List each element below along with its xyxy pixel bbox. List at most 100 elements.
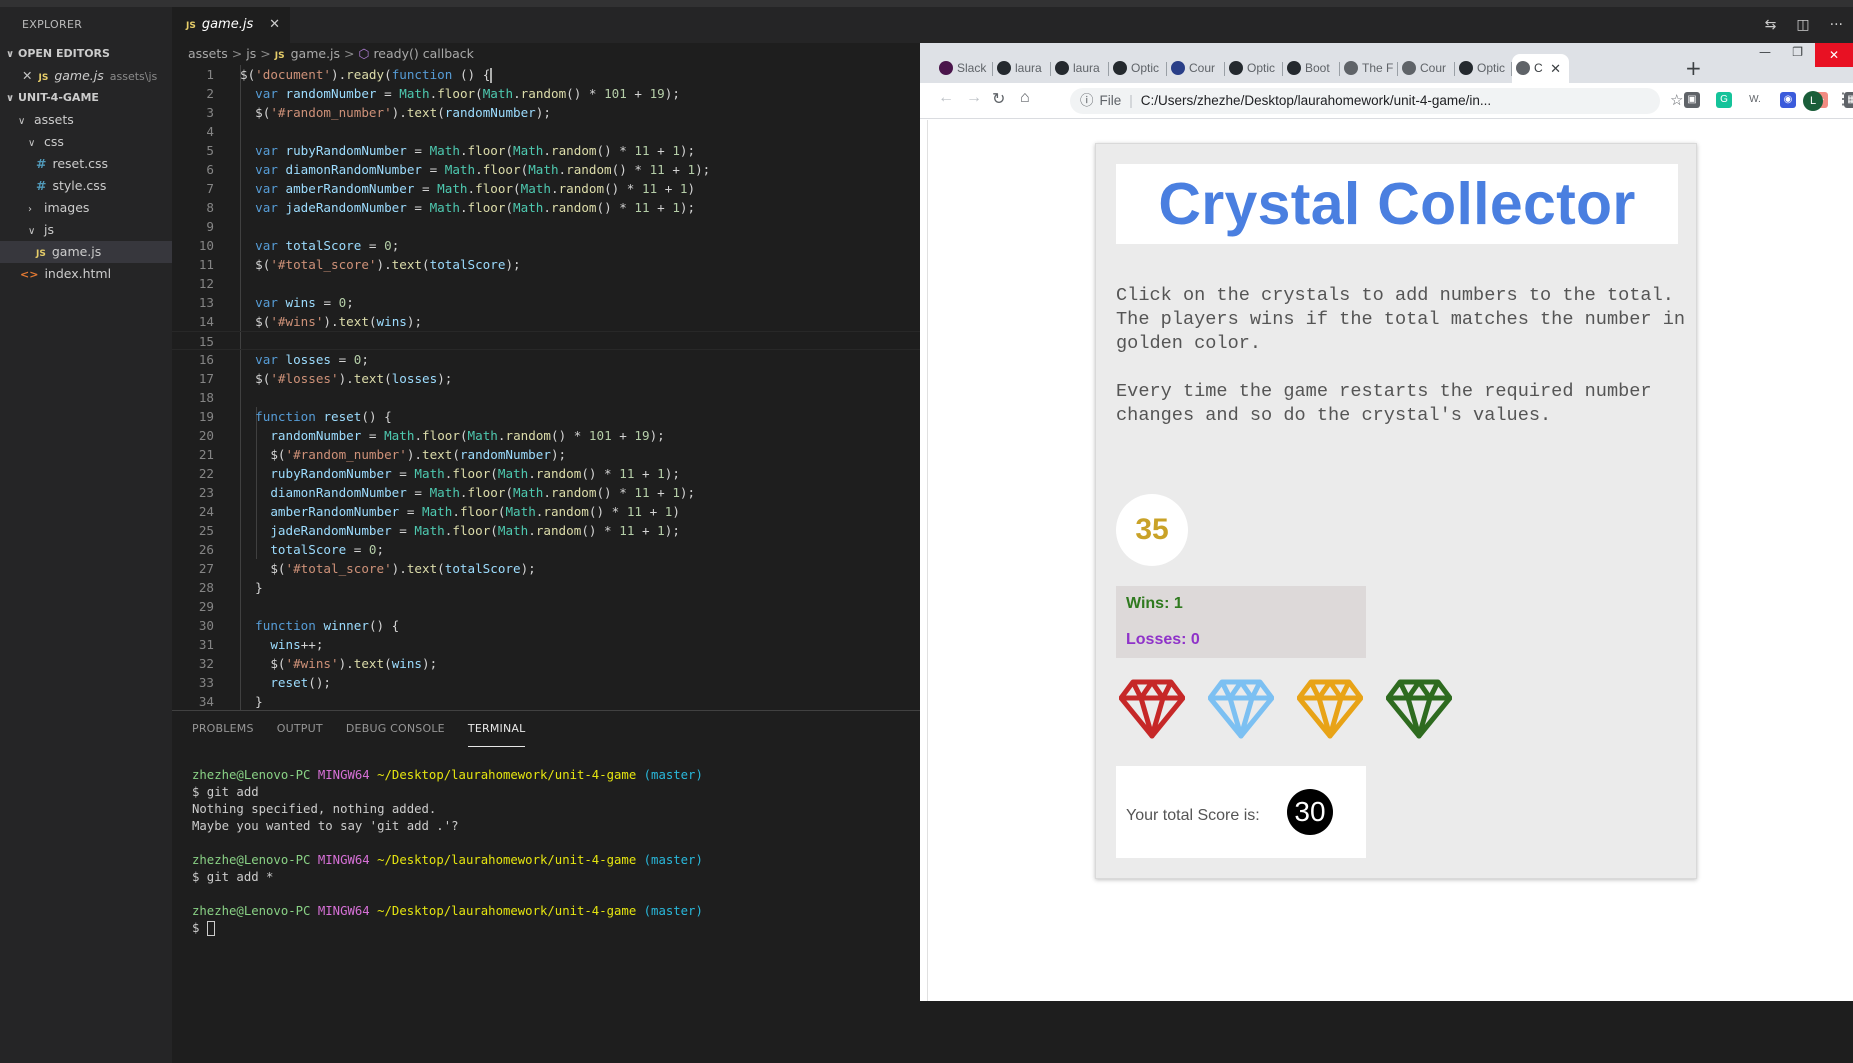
maximize-icon[interactable]: ❐ xyxy=(1792,45,1803,59)
terminal-input-line[interactable]: $ xyxy=(192,920,900,937)
home-icon[interactable]: ⌂ xyxy=(1020,89,1030,107)
menu-icon[interactable]: ⋮ xyxy=(1835,89,1851,109)
split-editor-icon[interactable]: ◫ xyxy=(1796,17,1809,33)
code-line[interactable]: 2 var randomNumber = Math.floor(Math.ran… xyxy=(172,84,920,103)
back-icon[interactable]: ← xyxy=(938,89,954,107)
code-line[interactable]: 9 xyxy=(172,217,920,236)
browser-tab[interactable]: Optic xyxy=(1225,54,1283,83)
tree-folder-js[interactable]: ∨ js xyxy=(0,219,172,241)
breadcrumb-symbol[interactable]: ready() callback xyxy=(373,46,473,61)
code-editor[interactable]: 1 $('document').ready(function () {2 var … xyxy=(172,65,920,710)
code-line[interactable]: 32 $('#wins').text(wins); xyxy=(172,654,920,673)
breadcrumb-js[interactable]: js xyxy=(246,46,256,61)
code-line[interactable]: 29 xyxy=(172,597,920,616)
line-text: var jadeRandomNumber = Math.floor(Math.r… xyxy=(255,200,696,215)
browser-tab[interactable]: Optic xyxy=(1109,54,1167,83)
tree-folder-css[interactable]: ∨ css xyxy=(0,131,172,153)
code-line[interactable]: 19 function reset() { xyxy=(172,407,920,426)
tab-problems[interactable]: PROBLEMS xyxy=(192,711,254,747)
address-bar[interactable]: ⓘ File | C:/Users/zhezhe/Desktop/laurahomew… xyxy=(1070,88,1660,114)
code-line[interactable]: 17 $('#losses').text(losses); xyxy=(172,369,920,388)
new-tab-button[interactable]: + xyxy=(1685,54,1702,83)
open-editors-section[interactable]: ∨ OPEN EDITORS xyxy=(0,43,172,65)
forward-icon[interactable]: → xyxy=(966,89,982,107)
code-line[interactable]: 27 $('#total_score').text(totalScore); xyxy=(172,559,920,578)
code-line[interactable]: 22 rubyRandomNumber = Math.floor(Math.ra… xyxy=(172,464,920,483)
profile-avatar[interactable]: L xyxy=(1803,91,1823,111)
code-line[interactable]: 34 } xyxy=(172,692,920,710)
tree-file-reset-css[interactable]: # reset.css xyxy=(0,153,172,175)
editor-actions: ⇆ ◫ ··· xyxy=(1755,7,1853,43)
chevron-down-icon: ∨ xyxy=(28,226,36,237)
editor-tab-game-js[interactable]: JS game.js ✕ xyxy=(172,7,290,43)
extension-icon[interactable]: W. xyxy=(1747,92,1763,108)
tab-output[interactable]: OUTPUT xyxy=(277,711,323,747)
code-line[interactable]: 14 $('#wins').text(wins); xyxy=(172,312,920,331)
code-line[interactable]: 20 randomNumber = Math.floor(Math.random… xyxy=(172,426,920,445)
browser-tab[interactable]: The F xyxy=(1340,54,1398,83)
crystal-amber-icon[interactable] xyxy=(1297,678,1363,740)
reload-icon[interactable]: ↻ xyxy=(992,89,1005,109)
breadcrumb-assets[interactable]: assets xyxy=(188,46,228,61)
code-line[interactable]: 26 totalScore = 0; xyxy=(172,540,920,559)
code-line[interactable]: 8 var jadeRandomNumber = Math.floor(Math… xyxy=(172,198,920,217)
tab-debug-console[interactable]: DEBUG CONSOLE xyxy=(346,711,445,747)
code-line[interactable]: 1 $('document').ready(function () { xyxy=(172,65,920,84)
browser-tab[interactable]: Boot xyxy=(1283,54,1340,83)
code-line[interactable]: 6 var diamonRandomNumber = Math.floor(Ma… xyxy=(172,160,920,179)
code-line[interactable]: 3 $('#random_number').text(randomNumber)… xyxy=(172,103,920,122)
code-line[interactable]: 31 wins++; xyxy=(172,635,920,654)
crystal-ruby-icon[interactable] xyxy=(1119,678,1185,740)
browser-tab[interactable]: Slack xyxy=(935,54,993,83)
code-line[interactable]: 23 diamonRandomNumber = Math.floor(Math.… xyxy=(172,483,920,502)
code-line[interactable]: 25 jadeRandomNumber = Math.floor(Math.ra… xyxy=(172,521,920,540)
more-icon[interactable]: ··· xyxy=(1830,17,1843,33)
code-line[interactable]: 15 xyxy=(172,331,920,350)
minimize-icon[interactable]: — xyxy=(1759,45,1771,59)
code-line[interactable]: 18 xyxy=(172,388,920,407)
close-icon[interactable]: ✕ xyxy=(269,7,280,43)
project-section[interactable]: ∨ UNIT-4-GAME xyxy=(0,87,172,109)
code-line[interactable]: 24 amberRandomNumber = Math.floor(Math.r… xyxy=(172,502,920,521)
tree-file-index-html[interactable]: <> index.html xyxy=(0,263,172,285)
terminal[interactable]: zhezhe@Lenovo-PC MINGW64 ~/Desktop/laura… xyxy=(172,747,920,937)
code-line[interactable]: 28 } xyxy=(172,578,920,597)
browser-tab[interactable]: Cour xyxy=(1398,54,1455,83)
code-line[interactable]: 33 reset(); xyxy=(172,673,920,692)
browser-tab[interactable]: laura xyxy=(993,54,1051,83)
crystal-diamond-icon[interactable] xyxy=(1208,678,1274,740)
tree-folder-images[interactable]: › images xyxy=(0,197,172,219)
bookmark-star-icon[interactable]: ☆ xyxy=(1670,91,1683,109)
tree-file-style-css[interactable]: # style.css xyxy=(0,175,172,197)
open-editor-item[interactable]: ✕ JS game.js assets\js xyxy=(0,65,172,87)
extension-icon[interactable]: G xyxy=(1716,92,1732,108)
breadcrumb-game-js[interactable]: game.js xyxy=(291,46,340,61)
close-tab-icon[interactable]: ✕ xyxy=(1550,54,1561,83)
code-line[interactable]: 5 var rubyRandomNumber = Math.floor(Math… xyxy=(172,141,920,160)
browser-tab[interactable]: laura xyxy=(1051,54,1109,83)
code-line[interactable]: 10 var totalScore = 0; xyxy=(172,236,920,255)
code-line[interactable]: 13 var wins = 0; xyxy=(172,293,920,312)
code-line[interactable]: 16 var losses = 0; xyxy=(172,350,920,369)
tree-folder-assets[interactable]: ∨ assets xyxy=(0,109,172,131)
line-number: 3 xyxy=(206,105,214,120)
extension-icon[interactable]: ◉ xyxy=(1780,92,1796,108)
code-line[interactable]: 4 xyxy=(172,122,920,141)
code-line[interactable]: 30 function winner() { xyxy=(172,616,920,635)
code-line[interactable]: 11 $('#total_score').text(totalScore); xyxy=(172,255,920,274)
compare-icon[interactable]: ⇆ xyxy=(1765,17,1777,33)
tab-terminal[interactable]: TERMINAL xyxy=(467,712,526,747)
browser-tab[interactable]: C ✕ xyxy=(1512,54,1569,83)
browser-tab[interactable]: Cour xyxy=(1167,54,1225,83)
code-line[interactable]: 7 var amberRandomNumber = Math.floor(Mat… xyxy=(172,179,920,198)
crystal-jade-icon[interactable] xyxy=(1386,678,1452,740)
tree-file-game-js[interactable]: JS game.js xyxy=(0,241,172,263)
close-window-icon[interactable]: ✕ xyxy=(1815,43,1853,67)
code-line[interactable]: 12 xyxy=(172,274,920,293)
info-icon[interactable]: ⓘ xyxy=(1080,93,1094,108)
close-icon[interactable]: ✕ xyxy=(22,68,32,83)
browser-tab[interactable]: Optic xyxy=(1455,54,1512,83)
code-line[interactable]: 21 $('#random_number').text(randomNumber… xyxy=(172,445,920,464)
bottom-panel: PROBLEMS OUTPUT DEBUG CONSOLE TERMINAL z… xyxy=(172,710,920,1063)
extension-icon[interactable]: ▣ xyxy=(1684,92,1700,108)
